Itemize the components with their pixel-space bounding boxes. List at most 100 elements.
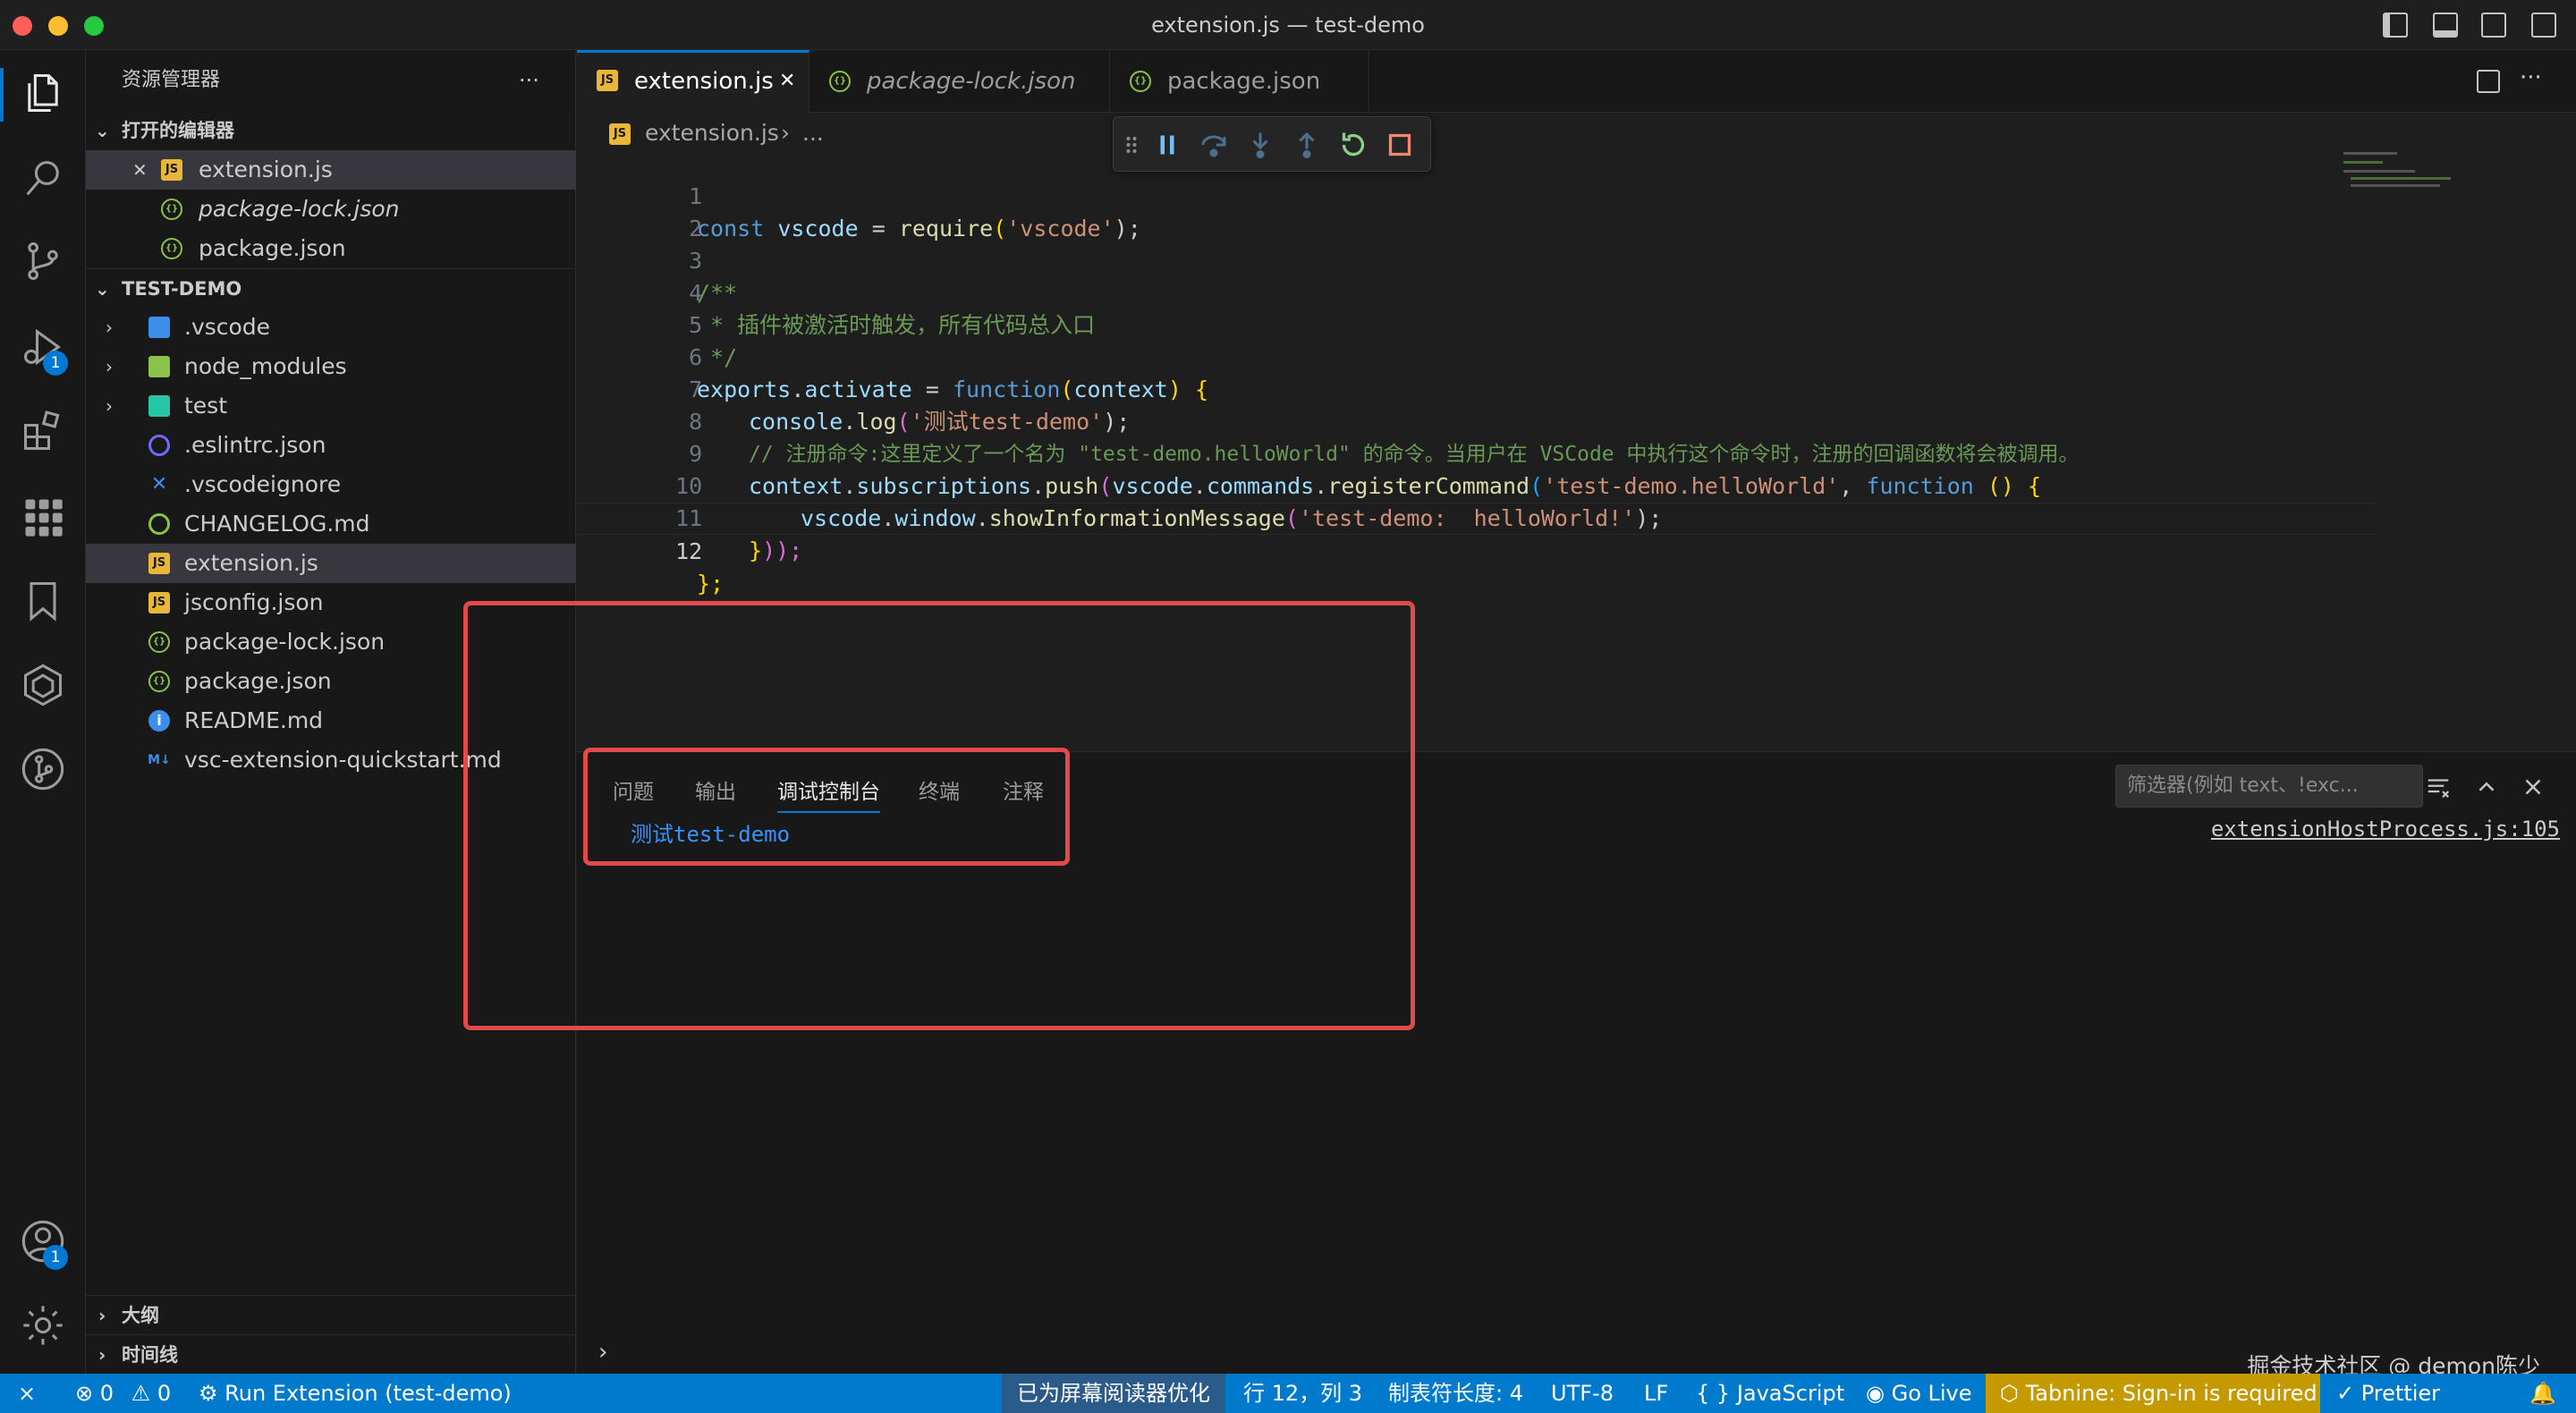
tree-item-extension-js[interactable]: JS extension.js bbox=[86, 544, 576, 583]
tab-extension-js[interactable]: JS extension.js ✕ bbox=[577, 50, 809, 113]
open-editor-item[interactable]: {} package-lock.json bbox=[86, 190, 576, 229]
customize-layout-icon[interactable] bbox=[2531, 13, 2556, 38]
json-file-icon: {} bbox=[148, 671, 170, 692]
toggle-panel-icon[interactable] bbox=[2433, 13, 2458, 38]
drag-handle-icon[interactable] bbox=[1119, 129, 1144, 161]
chevron-down-icon: ⌄ bbox=[95, 120, 110, 141]
accounts-icon[interactable]: 1 bbox=[20, 1218, 68, 1270]
token: * 插件被激活时触发，所有代码总入口 bbox=[697, 312, 1096, 338]
notifications-icon[interactable]: 🔔 bbox=[2529, 1374, 2556, 1413]
error-icon: ⊗ bbox=[75, 1381, 94, 1406]
toggle-secondary-sidebar-icon[interactable] bbox=[2481, 13, 2506, 38]
braces-icon: { } bbox=[1696, 1381, 1731, 1406]
close-icon[interactable]: ✕ bbox=[132, 150, 148, 190]
toggle-primary-sidebar-icon[interactable] bbox=[2383, 13, 2408, 38]
jsconfig-file-icon: JS bbox=[148, 592, 170, 613]
console-filter-input[interactable]: 筛选器(例如 text、!exc... bbox=[2115, 765, 2423, 808]
settings-gear-icon[interactable] bbox=[20, 1302, 66, 1349]
token: commands bbox=[1206, 473, 1315, 499]
tree-item-node-modules[interactable]: › node_modules bbox=[86, 347, 576, 386]
tab-close-icon[interactable]: ✕ bbox=[779, 53, 795, 110]
tab-package-lock-json[interactable]: {} package-lock.json bbox=[809, 50, 1110, 113]
step-into-icon[interactable] bbox=[1244, 129, 1276, 161]
open-editor-item[interactable]: ✕ JS extension.js bbox=[86, 150, 576, 190]
problems-indicator[interactable]: ⊗ 0 ⚠ 0 bbox=[75, 1374, 171, 1413]
tree-item-label: README.md bbox=[184, 707, 324, 733]
line-number: 4 bbox=[689, 280, 703, 306]
breadcrumb-symbol[interactable]: ... bbox=[802, 113, 824, 154]
activity-bar: 1 1 bbox=[0, 50, 86, 1374]
pause-icon[interactable] bbox=[1151, 129, 1183, 161]
end-of-line[interactable]: LF bbox=[1644, 1374, 1668, 1413]
line-number: 9 bbox=[689, 441, 703, 467]
restart-icon[interactable] bbox=[1337, 129, 1369, 161]
tree-item-vscode[interactable]: › .vscode bbox=[86, 308, 576, 347]
go-live-button[interactable]: ◉ Go Live bbox=[1866, 1374, 1972, 1413]
maximize-panel-icon[interactable] bbox=[2473, 774, 2500, 800]
tabnine-indicator[interactable]: ⬡ Tabnine: Sign-in is required bbox=[1986, 1374, 2320, 1413]
open-editors-section[interactable]: ⌄ 打开的编辑器 bbox=[86, 111, 576, 150]
code-line: 8 // 注册命令:这里定义了一个名为 "test-demo.helloWorl… bbox=[577, 374, 2079, 466]
status-bar: ⨯ ⊗ 0 ⚠ 0 ⚙ Run Extension (test-demo) 已为… bbox=[0, 1374, 2576, 1413]
console-source-link[interactable]: extensionHostProcess.js:105 bbox=[2211, 816, 2560, 842]
tree-item-vscodeignore[interactable]: ✕ .vscodeignore bbox=[86, 465, 576, 504]
node-folder-icon bbox=[148, 356, 170, 377]
tree-item-changelog[interactable]: CHANGELOG.md bbox=[86, 504, 576, 544]
encoding[interactable]: UTF-8 bbox=[1551, 1374, 1614, 1413]
open-editors-title: 打开的编辑器 bbox=[122, 120, 234, 141]
extensions-icon[interactable] bbox=[20, 408, 66, 454]
more-actions-icon[interactable]: ··· bbox=[2520, 64, 2542, 91]
history-icon bbox=[148, 513, 170, 535]
remote-explorer-icon[interactable] bbox=[20, 662, 66, 708]
git-graph-icon[interactable] bbox=[20, 746, 66, 792]
prettier-indicator[interactable]: ✓ Prettier bbox=[2336, 1374, 2440, 1413]
json-file-icon: {} bbox=[148, 631, 170, 653]
timeline-title: 时间线 bbox=[122, 1344, 178, 1366]
timeline-section[interactable]: › 时间线 bbox=[86, 1334, 576, 1374]
tree-item-test[interactable]: › test bbox=[86, 386, 576, 426]
json-file-icon: {} bbox=[161, 238, 182, 259]
run-debug-icon[interactable]: 1 bbox=[20, 324, 68, 376]
token: function bbox=[1866, 473, 1974, 499]
chevron-right-icon: › bbox=[98, 1305, 106, 1326]
line-number: 10 bbox=[675, 473, 703, 499]
tab-label: package-lock.json bbox=[867, 68, 1076, 95]
tab-package-json[interactable]: {} package.json bbox=[1110, 50, 1369, 113]
token: . bbox=[1031, 473, 1046, 499]
token: . bbox=[1314, 473, 1328, 499]
minimap[interactable] bbox=[2343, 148, 2451, 193]
project-section[interactable]: ⌄ TEST-DEMO bbox=[86, 268, 576, 308]
close-panel-icon[interactable] bbox=[2520, 774, 2546, 800]
token: context bbox=[749, 473, 843, 499]
console-prompt[interactable]: › bbox=[598, 1339, 607, 1366]
code-line-current: 12 }; bbox=[577, 503, 2375, 597]
bookmark-icon[interactable] bbox=[20, 578, 66, 624]
run-extension-indicator[interactable]: ⚙ Run Extension (test-demo) bbox=[199, 1374, 512, 1413]
stop-icon[interactable] bbox=[1384, 129, 1416, 161]
token: context bbox=[1073, 377, 1168, 402]
token: ( bbox=[1530, 473, 1544, 499]
chevron-right-icon: › bbox=[106, 317, 113, 338]
breadcrumb-file[interactable]: extension.js bbox=[645, 113, 779, 154]
test-folder-icon bbox=[148, 395, 170, 417]
explorer-more-button[interactable]: ··· bbox=[519, 61, 539, 100]
outline-section[interactable]: › 大纲 bbox=[86, 1295, 576, 1334]
source-control-icon[interactable] bbox=[20, 238, 66, 284]
search-icon[interactable] bbox=[20, 156, 66, 202]
grid-apps-icon[interactable] bbox=[20, 494, 66, 540]
language-mode[interactable]: { } JavaScript bbox=[1696, 1374, 1844, 1413]
step-over-icon[interactable] bbox=[1198, 129, 1230, 161]
clear-console-icon[interactable] bbox=[2425, 774, 2452, 800]
step-out-icon[interactable] bbox=[1291, 129, 1323, 161]
token: subscriptions bbox=[856, 473, 1032, 499]
open-editor-item[interactable]: {} package.json bbox=[86, 229, 576, 268]
chevron-right-icon: › bbox=[98, 1344, 106, 1366]
tree-item-eslintrc[interactable]: .eslintrc.json bbox=[86, 426, 576, 465]
explorer-icon[interactable] bbox=[20, 70, 66, 116]
token: )); bbox=[762, 537, 803, 563]
remote-indicator[interactable]: ⨯ bbox=[0, 1374, 54, 1413]
cursor-position[interactable]: 行 12，列 3 bbox=[1243, 1374, 1362, 1413]
screen-reader-indicator[interactable]: 已为屏幕阅读器优化 bbox=[1002, 1374, 1225, 1413]
split-editor-icon[interactable] bbox=[2477, 70, 2500, 93]
tab-size[interactable]: 制表符长度: 4 bbox=[1388, 1374, 1523, 1413]
